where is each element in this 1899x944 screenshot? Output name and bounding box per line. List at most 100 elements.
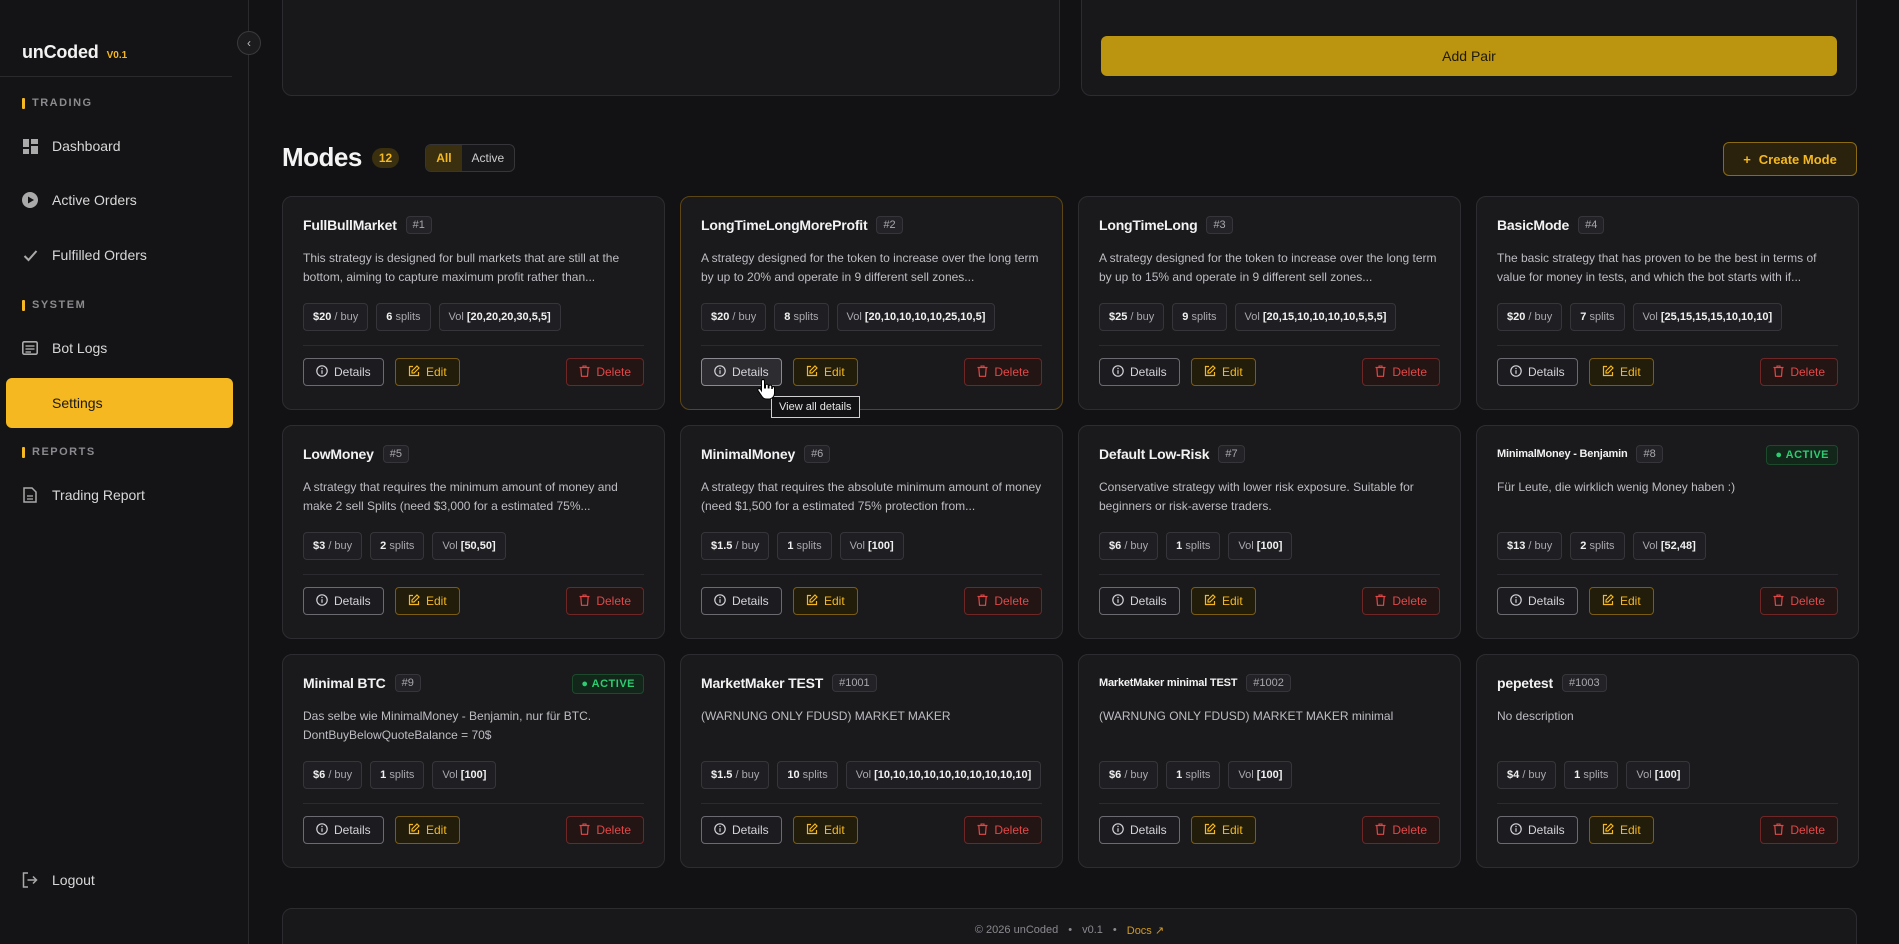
mode-card[interactable]: MarketMaker TEST #1001 (WARNUNG ONLY FDUSD…	[680, 654, 1063, 868]
brand-divider	[0, 76, 232, 77]
delete-button[interactable]: Delete	[964, 587, 1042, 615]
sidebar-item-settings[interactable]: Settings	[6, 378, 233, 428]
sidebar-item-trading-report[interactable]: Trading Report	[6, 471, 233, 519]
mode-card[interactable]: pepetest #1003 No description $4 / buy 1 spl…	[1476, 654, 1859, 868]
details-button[interactable]: Details	[1099, 816, 1180, 844]
details-button[interactable]: Details	[1099, 358, 1180, 386]
details-button[interactable]: Details	[701, 587, 782, 615]
brand[interactable]: unCoded V0.1	[22, 42, 127, 63]
add-pair-button[interactable]: Add Pair	[1101, 36, 1837, 76]
create-mode-button[interactable]: + Create Mode	[1723, 142, 1857, 176]
delete-button[interactable]: Delete	[566, 587, 644, 615]
card-header: pepetest #1003	[1497, 674, 1607, 692]
mode-card[interactable]: LongTimeLong #3 A strategy designed for th…	[1078, 196, 1461, 410]
stat-splits: 7 splits	[1570, 303, 1625, 331]
edit-label: Edit	[824, 594, 845, 608]
edit-button[interactable]: Edit	[395, 816, 460, 844]
mode-card[interactable]: LowMoney #5 A strategy that requires the m…	[282, 425, 665, 639]
edit-icon	[806, 364, 818, 380]
delete-button[interactable]: Delete	[1760, 816, 1838, 844]
external-link-icon: ↗	[1154, 925, 1165, 937]
details-button[interactable]: Details	[303, 816, 384, 844]
sidebar-item-label: Fulfilled Orders	[52, 247, 147, 263]
edit-label: Edit	[1222, 823, 1243, 837]
details-button[interactable]: Details	[701, 816, 782, 844]
mode-stats: $20 / buy 7 splits Vol [25,15,15,15,10,10,…	[1497, 303, 1783, 331]
edit-button[interactable]: Edit	[395, 587, 460, 615]
mode-card[interactable]: MinimalMoney #6 A strategy that requires t…	[680, 425, 1063, 639]
footer-copyright: © 2026 unCoded	[974, 924, 1059, 936]
details-button[interactable]: Details	[1497, 816, 1578, 844]
mode-id: #5	[382, 445, 409, 463]
delete-button[interactable]: Delete	[1362, 816, 1440, 844]
stat-buy-unit: / buy	[1124, 769, 1149, 781]
details-button[interactable]: Details	[1099, 587, 1180, 615]
collapse-sidebar-button[interactable]: ‹	[237, 31, 261, 55]
edit-button[interactable]: Edit	[793, 358, 858, 386]
details-button[interactable]: Details	[1497, 587, 1578, 615]
mode-card[interactable]: Default Low-Risk #7 Conservative strategy …	[1078, 425, 1461, 639]
filter-active[interactable]: Active	[462, 145, 515, 171]
create-mode-label: Create Mode	[1758, 151, 1837, 167]
delete-button[interactable]: Delete	[1362, 358, 1440, 386]
mode-stats: $3 / buy 2 splits Vol [50,50]	[303, 532, 506, 560]
delete-button[interactable]: Delete	[1362, 587, 1440, 615]
details-button[interactable]: Details	[303, 358, 384, 386]
edit-button[interactable]: Edit	[1191, 816, 1256, 844]
sidebar-item-label: Dashboard	[52, 138, 121, 154]
stat-buy-value: $6	[1109, 540, 1122, 552]
mode-card[interactable]: MarketMaker minimal TEST #1002 (WARNUNG ON…	[1078, 654, 1461, 868]
sidebar-item-active-orders[interactable]: Active Orders	[6, 176, 233, 224]
edit-button[interactable]: Edit	[1589, 587, 1654, 615]
card-divider	[701, 345, 1042, 346]
details-button[interactable]: Details	[303, 587, 384, 615]
mode-name: MinimalMoney	[701, 446, 796, 462]
mode-card[interactable]: MinimalMoney - Benjamin #8 ● ACTIVE Für Leu…	[1476, 425, 1859, 639]
delete-button[interactable]: Delete	[964, 358, 1042, 386]
card-header: LowMoney #5	[303, 445, 409, 463]
stat-buy-value: $4	[1507, 769, 1520, 781]
modes-count-badge: 12	[371, 147, 400, 168]
sidebar-item-bot-logs[interactable]: Bot Logs	[6, 324, 233, 372]
section-label-system: SYSTEM	[22, 299, 86, 311]
stat-vol-value: [100]	[1256, 769, 1283, 781]
edit-button[interactable]: Edit	[1191, 587, 1256, 615]
delete-button[interactable]: Delete	[964, 816, 1042, 844]
stat-buy-unit: / buy	[328, 769, 353, 781]
status-label: ACTIVE	[591, 678, 635, 690]
trash-icon	[1773, 822, 1784, 838]
mode-description: Das selbe wie MinimalMoney - Benjamin, n…	[303, 709, 592, 742]
edit-button[interactable]: Edit	[1589, 358, 1654, 386]
edit-button[interactable]: Edit	[395, 358, 460, 386]
stat-splits-value: 1	[1176, 540, 1183, 552]
delete-button[interactable]: Delete	[1760, 587, 1838, 615]
mode-card[interactable]: FullBullMarket #1 This strategy is designe…	[282, 196, 665, 410]
edit-button[interactable]: Edit	[1589, 816, 1654, 844]
edit-button[interactable]: Edit	[793, 587, 858, 615]
sidebar-item-dashboard[interactable]: Dashboard	[6, 122, 233, 170]
edit-button[interactable]: Edit	[1191, 358, 1256, 386]
mode-card[interactable]: LongTimeLongMoreProfit #2 A strategy desig…	[680, 196, 1063, 410]
stat-splits-value: 1	[1574, 769, 1581, 781]
stat-splits-value: 9	[1182, 311, 1189, 323]
sidebar-item-fulfilled-orders[interactable]: Fulfilled Orders	[6, 231, 233, 279]
stat-buy-value: $20	[711, 311, 730, 323]
delete-button[interactable]: Delete	[1760, 358, 1838, 386]
delete-button[interactable]: Delete	[566, 816, 644, 844]
edit-label: Edit	[1620, 594, 1641, 608]
docs-link[interactable]: Docs ↗	[1127, 924, 1164, 937]
edit-button[interactable]: Edit	[793, 816, 858, 844]
info-icon	[1112, 364, 1124, 380]
mode-card[interactable]: BasicMode #4 The basic strategy that has p…	[1476, 196, 1859, 410]
mode-description: A strategy that requires the absolute mi…	[701, 480, 1042, 513]
play-circle-icon	[22, 192, 38, 208]
mode-description: (WARNUNG ONLY FDUSD) MARKET MAKER	[701, 709, 951, 723]
details-button[interactable]: Details	[1497, 358, 1578, 386]
delete-button[interactable]: Delete	[566, 358, 644, 386]
logout-button[interactable]: Logout	[6, 856, 233, 904]
trash-icon	[1773, 364, 1784, 380]
details-label: Details	[732, 365, 769, 379]
dashboard-icon	[22, 138, 38, 154]
filter-all[interactable]: All	[426, 144, 462, 171]
mode-card[interactable]: Minimal BTC #9 ● ACTIVE Das selbe wie Minim…	[282, 654, 665, 868]
